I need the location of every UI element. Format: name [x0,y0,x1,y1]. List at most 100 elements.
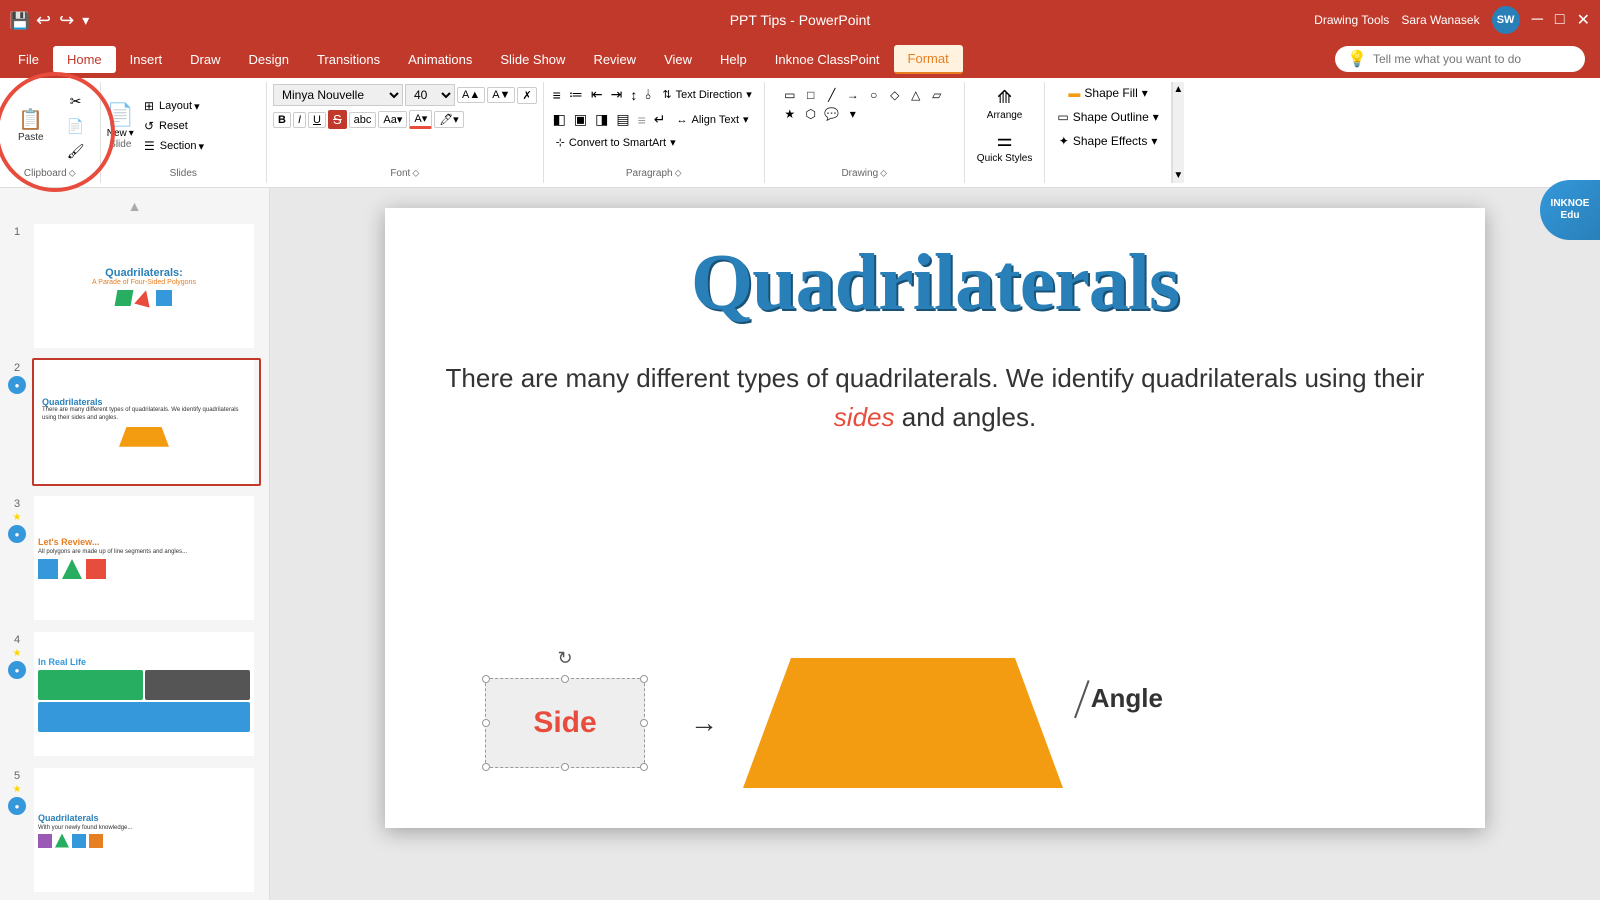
shape-arrow[interactable]: → [844,86,862,104]
menu-file[interactable]: File [4,46,53,73]
convert-smartart-btn[interactable]: ⊹ Convert to SmartArt ▾ [550,134,682,151]
side-selection-container[interactable]: ↻ Side [485,678,645,768]
slide-img-1[interactable]: Quadrilaterals: A Parade of Four-Sided P… [32,222,261,350]
text-shadow-btn[interactable]: ≡ [635,110,649,130]
shape-star[interactable]: ★ [781,105,799,123]
menu-format[interactable]: Format [894,45,963,74]
change-case-btn[interactable]: Aa▾ [378,111,407,128]
ribbon-scroll-up[interactable]: ▲ [1173,84,1183,95]
clear-format-btn[interactable]: ✗ [517,87,536,104]
handle-tc[interactable] [561,675,569,683]
slide-img-3[interactable]: Let's Review... All polygons are made up… [32,494,261,622]
highlight-btn[interactable]: 🖊▾ [434,111,464,128]
shape-outline-btn[interactable]: ▭ Shape Outline ▾ [1051,108,1164,126]
menu-insert[interactable]: Insert [116,46,177,73]
handle-ml[interactable] [482,719,490,727]
expand-icon[interactable]: ⬦ [69,168,76,179]
ribbon-scroll-down[interactable]: ▼ [1173,170,1183,181]
shape-fill-dropdown[interactable]: ▾ [1142,86,1148,100]
handle-tr[interactable] [640,675,648,683]
ribbon-scroll[interactable]: ▲ ▼ [1172,82,1184,183]
numbering-btn[interactable]: ≔ [566,84,586,105]
smartart-dropdown[interactable]: ▾ [670,136,676,149]
menu-design[interactable]: Design [235,46,303,73]
handle-mr[interactable] [640,719,648,727]
menu-review[interactable]: Review [579,46,650,73]
maximize-btn[interactable]: □ [1555,11,1565,29]
italic-btn[interactable]: I [293,112,306,128]
align-text-dropdown[interactable]: ▾ [743,113,749,126]
new-slide-dropdown[interactable]: ▾ [129,128,134,139]
layout-btn[interactable]: ⊞ Layout ▾ [140,97,260,115]
section-dropdown[interactable]: ▾ [198,140,204,153]
font-color-btn[interactable]: A▾ [409,110,432,129]
slide-thumb-3[interactable]: 3 ★ ● Let's Review... All polygons are m… [8,494,261,622]
menu-transitions[interactable]: Transitions [303,46,394,73]
quick-styles-btn[interactable]: ⚌ Quick Styles [971,127,1039,167]
char-spacing-btn[interactable]: abc [349,112,377,128]
text-direction-dropdown[interactable]: ▾ [746,88,752,101]
columns-btn[interactable]: ⫰ [642,84,654,105]
bullets-btn[interactable]: ≡ [550,85,564,105]
slide-img-4[interactable]: In Real Life [32,630,261,758]
drawing-expand-icon[interactable]: ⬦ [880,168,887,179]
format-painter-btn[interactable]: 🖌 [58,140,94,163]
copy-btn[interactable]: 📄 [58,115,94,138]
align-right-btn[interactable]: ◨ [592,109,611,130]
rotate-handle[interactable]: ↻ [557,648,572,669]
shape-hexagon[interactable]: ⬡ [802,105,820,123]
paste-btn[interactable]: 📋 Paste [6,102,56,151]
search-input[interactable] [1373,52,1573,66]
menu-help[interactable]: Help [706,46,761,73]
shape-rect2[interactable]: □ [802,86,820,104]
cut-btn[interactable]: ✂ [58,90,94,113]
inknoe-badge[interactable]: INKNOEEdu [1540,180,1600,240]
more-btn[interactable]: ▾ [82,12,89,29]
panel-scroll-up[interactable]: ▲ [8,198,261,214]
reset-btn[interactable]: ↺ Reset [140,117,260,135]
menu-view[interactable]: View [650,46,706,73]
trapezoid-shape[interactable] [743,658,1063,788]
undo-btn[interactable]: ↩ [36,10,51,31]
line-spacing-btn[interactable]: ↕ [627,85,640,105]
slide-thumb-4[interactable]: 4 ★ ● In Real Life [8,630,261,758]
shape-callout[interactable]: 💬 [823,105,841,123]
shape-fill-btn[interactable]: ▬ Shape Fill ▾ [1062,84,1153,102]
shape-parallelogram[interactable]: ▱ [928,86,946,104]
redo-btn[interactable]: ↪ [59,10,74,31]
section-btn[interactable]: ☰ Section ▾ [140,137,260,155]
decrease-font-btn[interactable]: A▼ [487,87,515,103]
slide-thumb-1[interactable]: 1 Quadrilaterals: A Parade of Four-Sided… [8,222,261,350]
justify-btn[interactable]: ▤ [613,109,632,130]
align-left-btn[interactable]: ◧ [550,109,569,130]
menu-inknoe[interactable]: Inknoe ClassPoint [761,46,894,73]
shape-triangle[interactable]: △ [907,86,925,104]
handle-br[interactable] [640,763,648,771]
strikethrough-btn[interactable]: S [328,110,347,129]
decrease-indent-btn[interactable]: ⇤ [588,84,606,105]
slide-thumb-5[interactable]: 5 ★ ● Quadrilaterals With your newly fou… [8,766,261,894]
close-btn[interactable]: ✕ [1577,10,1590,30]
handle-bl[interactable] [482,763,490,771]
slide-thumb-2[interactable]: 2 ● Quadrilaterals There are many differ… [8,358,261,486]
shape-effects-btn[interactable]: ✦ Shape Effects ▾ [1053,132,1164,150]
increase-indent-btn[interactable]: ⇥ [608,84,626,105]
search-bar[interactable]: 💡 [1335,46,1585,72]
slide-img-5[interactable]: Quadrilaterals With your newly found kno… [32,766,261,894]
underline-btn[interactable]: U [308,112,326,128]
rtl-btn[interactable]: ↵ [651,109,669,130]
shape-diamond[interactable]: ◇ [886,86,904,104]
shape-outline-dropdown[interactable]: ▾ [1153,110,1159,124]
bold-btn[interactable]: B [273,112,291,128]
increase-font-btn[interactable]: A▲ [457,87,485,103]
new-slide-btn[interactable]: 📄 New ▾ Slide [107,102,134,150]
user-avatar[interactable]: SW [1492,6,1520,34]
shape-circle[interactable]: ○ [865,86,883,104]
canvas-area[interactable]: Quadrilaterals There are many different … [270,188,1600,900]
font-size-select[interactable]: 40 [405,84,455,106]
arrange-btn[interactable]: ⟰ Arrange [981,84,1029,124]
handle-tl[interactable] [482,675,490,683]
selection-box[interactable]: Side [485,678,645,768]
shape-line[interactable]: ╱ [823,86,841,104]
menu-home[interactable]: Home [53,46,116,73]
